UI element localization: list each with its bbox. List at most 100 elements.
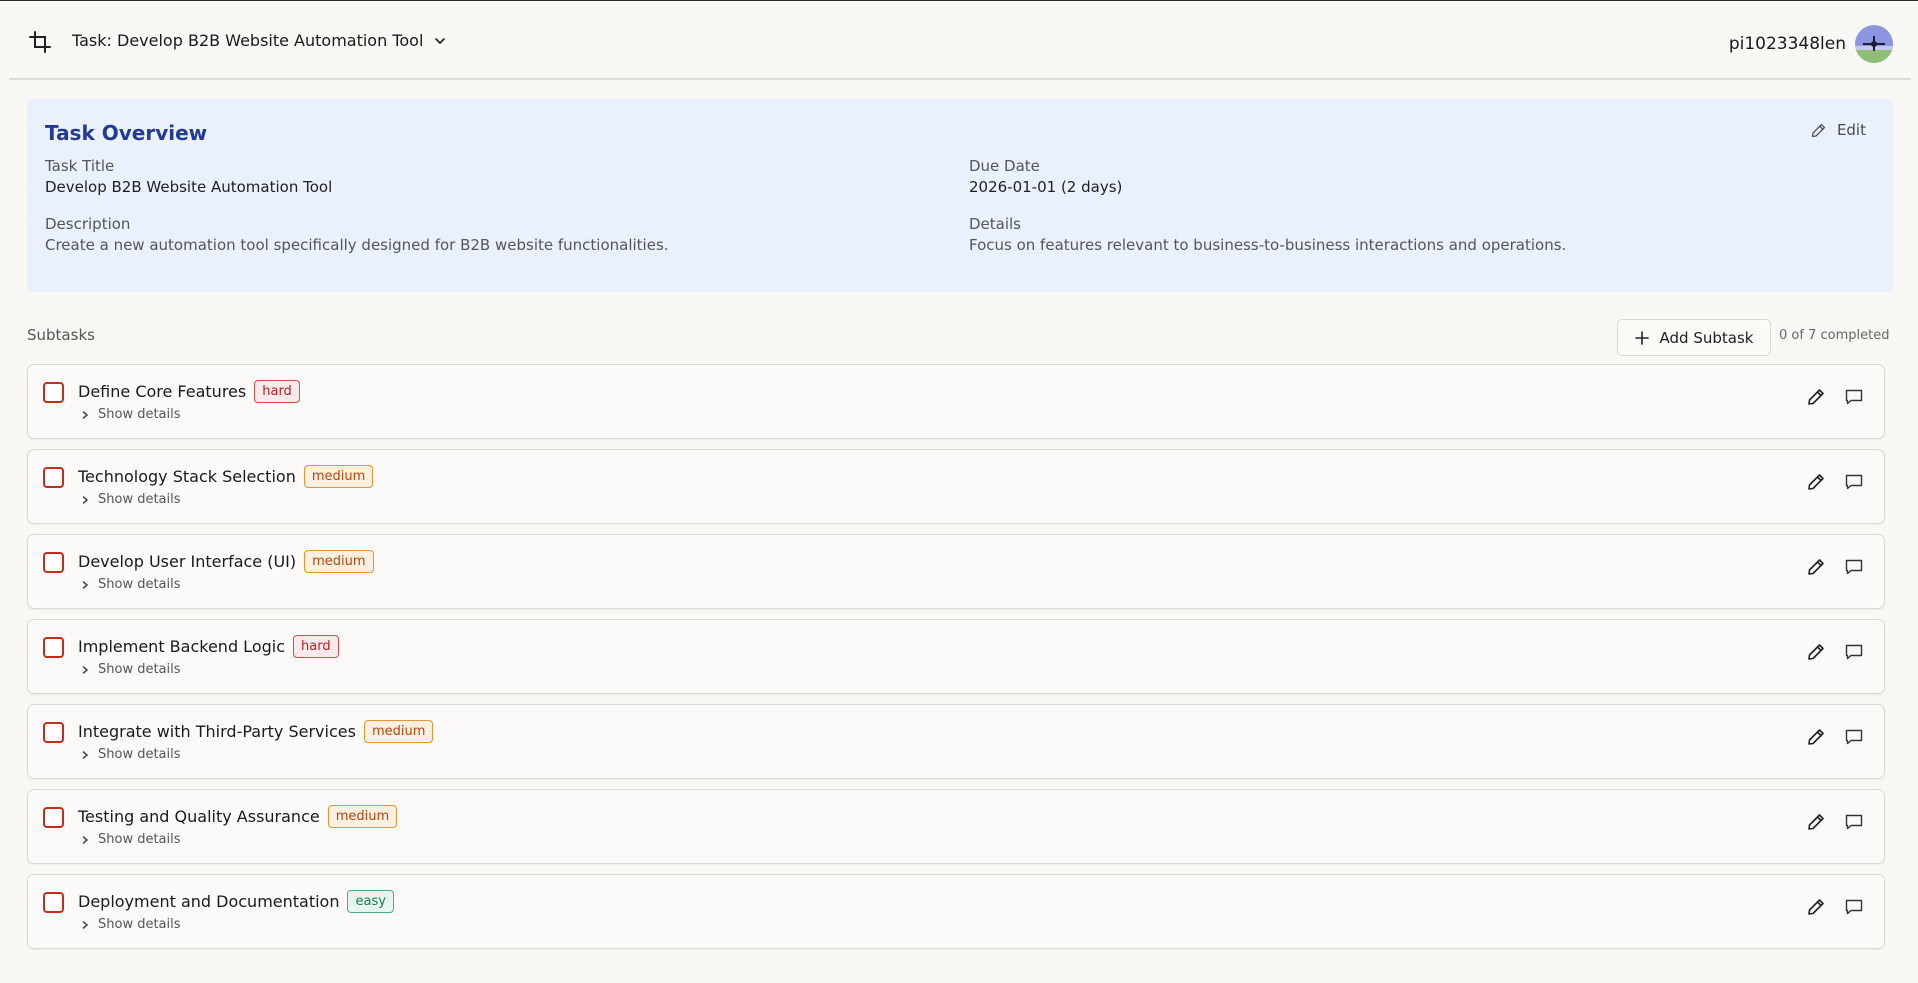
subtask-checkbox[interactable] bbox=[43, 467, 64, 488]
subtask-name: Deployment and Documentation bbox=[78, 892, 340, 911]
show-details-label: Show details bbox=[98, 577, 181, 592]
pencil-icon bbox=[1808, 644, 1824, 660]
edit-subtask-button[interactable] bbox=[1806, 557, 1826, 577]
subtask-checkbox[interactable] bbox=[43, 892, 64, 913]
show-details-toggle[interactable]: Show details bbox=[80, 577, 181, 592]
due-date-value: 2026-01-01 (2 days) bbox=[969, 178, 1123, 196]
avatar[interactable] bbox=[1855, 25, 1893, 63]
edit-label: Edit bbox=[1836, 121, 1866, 139]
show-details-label: Show details bbox=[98, 917, 181, 932]
show-details-toggle[interactable]: Show details bbox=[80, 662, 181, 677]
subtask-checkbox[interactable] bbox=[43, 722, 64, 743]
subtask-row: Implement Backend Logic hard Show detail… bbox=[27, 619, 1885, 694]
edit-subtask-button[interactable] bbox=[1806, 387, 1826, 407]
subtask-checkbox[interactable] bbox=[43, 807, 64, 828]
subtask-name: Define Core Features bbox=[78, 382, 247, 401]
username: pi1023348len bbox=[1728, 34, 1846, 54]
difficulty-badge: hard bbox=[293, 635, 339, 658]
plus-icon bbox=[1634, 330, 1649, 345]
task-title-label: Task Title bbox=[45, 157, 115, 175]
show-details-toggle[interactable]: Show details bbox=[80, 492, 181, 507]
chevron-right-icon bbox=[82, 580, 89, 589]
difficulty-badge: medium bbox=[327, 805, 398, 828]
pencil-icon bbox=[1811, 123, 1826, 137]
comment-button[interactable] bbox=[1844, 727, 1864, 747]
show-details-label: Show details bbox=[98, 747, 181, 762]
task-title-value: Develop B2B Website Automation Tool bbox=[45, 178, 333, 196]
difficulty-badge: medium bbox=[304, 550, 374, 573]
subtask-checkbox[interactable] bbox=[43, 637, 64, 658]
user-menu[interactable]: pi1023348len bbox=[1729, 25, 1893, 63]
subtask-list: Define Core Features hard Show details T… bbox=[27, 364, 1885, 959]
task-title-field: Task Title Develop B2B Website Automatio… bbox=[45, 156, 332, 198]
pencil-icon bbox=[1808, 729, 1824, 745]
subtask-row: Deployment and Documentation easy Show d… bbox=[27, 874, 1885, 949]
show-details-toggle[interactable]: Show details bbox=[80, 407, 181, 422]
subtask-row: Technology Stack Selection medium Show d… bbox=[27, 449, 1885, 524]
edit-button[interactable]: Edit bbox=[1810, 121, 1866, 139]
chevron-right-icon bbox=[82, 920, 89, 929]
comment-icon bbox=[1845, 474, 1863, 490]
comment-button[interactable] bbox=[1844, 387, 1864, 407]
details-value: Focus on features relevant to business-t… bbox=[969, 236, 1567, 254]
chevron-right-icon bbox=[82, 835, 89, 844]
due-date-label: Due Date bbox=[969, 157, 1040, 175]
show-details-toggle[interactable]: Show details bbox=[80, 917, 181, 932]
subtask-name: Implement Backend Logic bbox=[78, 637, 285, 656]
completion-count: 0 of 7 completed bbox=[1779, 328, 1890, 343]
chevron-right-icon bbox=[82, 410, 89, 419]
pencil-icon bbox=[1808, 814, 1824, 830]
crop-icon[interactable] bbox=[28, 30, 52, 54]
show-details-toggle[interactable]: Show details bbox=[80, 832, 181, 847]
comment-icon bbox=[1845, 559, 1863, 575]
subtask-checkbox[interactable] bbox=[43, 552, 64, 573]
pencil-icon bbox=[1808, 899, 1824, 915]
difficulty-badge: medium bbox=[363, 720, 434, 743]
comment-icon bbox=[1845, 899, 1863, 915]
show-details-toggle[interactable]: Show details bbox=[80, 747, 181, 762]
chevron-right-icon bbox=[82, 750, 89, 759]
edit-subtask-button[interactable] bbox=[1806, 727, 1826, 747]
subtask-name: Technology Stack Selection bbox=[78, 467, 296, 486]
chevron-down-icon bbox=[435, 37, 446, 44]
pencil-icon bbox=[1808, 474, 1824, 490]
comment-button[interactable] bbox=[1844, 812, 1864, 832]
show-details-label: Show details bbox=[98, 832, 181, 847]
overview-heading: Task Overview bbox=[45, 121, 208, 145]
subtask-row: Testing and Quality Assurance medium Sho… bbox=[27, 789, 1885, 864]
comment-button[interactable] bbox=[1844, 472, 1864, 492]
comment-icon bbox=[1845, 644, 1863, 660]
subtask-row: Integrate with Third-Party Services medi… bbox=[27, 704, 1885, 779]
comment-button[interactable] bbox=[1844, 642, 1864, 662]
comment-button[interactable] bbox=[1844, 557, 1864, 577]
subtask-row: Develop User Interface (UI) medium Show … bbox=[27, 534, 1885, 609]
subtask-checkbox[interactable] bbox=[43, 382, 64, 403]
add-subtask-button[interactable]: Add Subtask bbox=[1617, 319, 1771, 356]
description-value: Create a new automation tool specificall… bbox=[45, 236, 669, 254]
task-switcher-title: Task: Develop B2B Website Automation Too… bbox=[72, 31, 424, 50]
description-field: Description Create a new automation tool… bbox=[45, 214, 669, 256]
difficulty-badge: easy bbox=[347, 890, 394, 913]
pencil-icon bbox=[1808, 389, 1824, 405]
subtask-name: Develop User Interface (UI) bbox=[78, 552, 297, 571]
subtask-name: Integrate with Third-Party Services bbox=[78, 722, 356, 741]
chevron-right-icon bbox=[82, 665, 89, 674]
edit-subtask-button[interactable] bbox=[1806, 642, 1826, 662]
subtasks-heading: Subtasks bbox=[27, 326, 95, 344]
subtask-name: Testing and Quality Assurance bbox=[78, 807, 320, 826]
task-overview-card: Task Overview Edit Task Title Develop B2… bbox=[27, 99, 1893, 292]
add-subtask-label: Add Subtask bbox=[1659, 328, 1754, 347]
edit-subtask-button[interactable] bbox=[1806, 897, 1826, 917]
pencil-icon bbox=[1808, 559, 1824, 575]
show-details-label: Show details bbox=[98, 407, 181, 422]
comment-button[interactable] bbox=[1844, 897, 1864, 917]
edit-subtask-button[interactable] bbox=[1806, 812, 1826, 832]
task-switcher[interactable]: Task: Develop B2B Website Automation Too… bbox=[72, 31, 447, 50]
details-label: Details bbox=[969, 215, 1022, 233]
difficulty-badge: hard bbox=[254, 380, 300, 403]
details-field: Details Focus on features relevant to bu… bbox=[969, 214, 1566, 256]
description-label: Description bbox=[45, 215, 131, 233]
edit-subtask-button[interactable] bbox=[1806, 472, 1826, 492]
due-date-field: Due Date 2026-01-01 (2 days) bbox=[969, 156, 1122, 198]
top-bar: Task: Develop B2B Website Automation Too… bbox=[9, 1, 1911, 80]
